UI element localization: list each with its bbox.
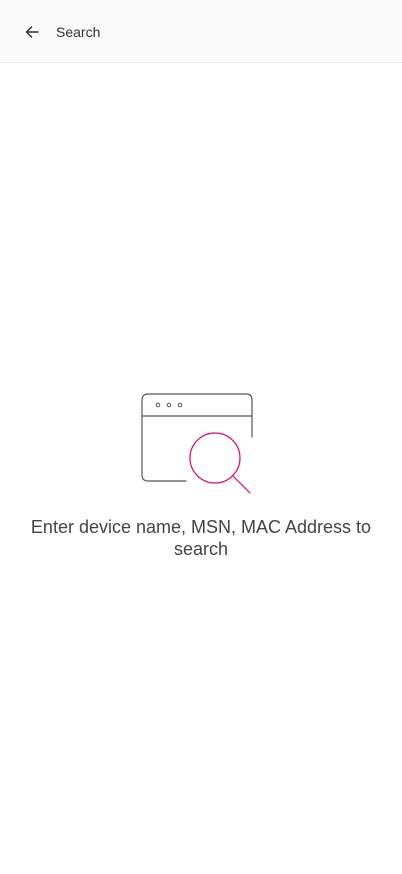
app-bar: Search <box>0 0 402 63</box>
browser-window-magnifier-icon <box>141 393 253 494</box>
arrow-left-icon <box>25 26 39 38</box>
back-button[interactable] <box>16 16 48 48</box>
page-title: Search <box>56 24 101 40</box>
search-screen: Search Enter device name, MSN, MAC Addre… <box>0 0 402 874</box>
empty-state-message: Enter device name, MSN, MAC Address to s… <box>30 517 372 559</box>
